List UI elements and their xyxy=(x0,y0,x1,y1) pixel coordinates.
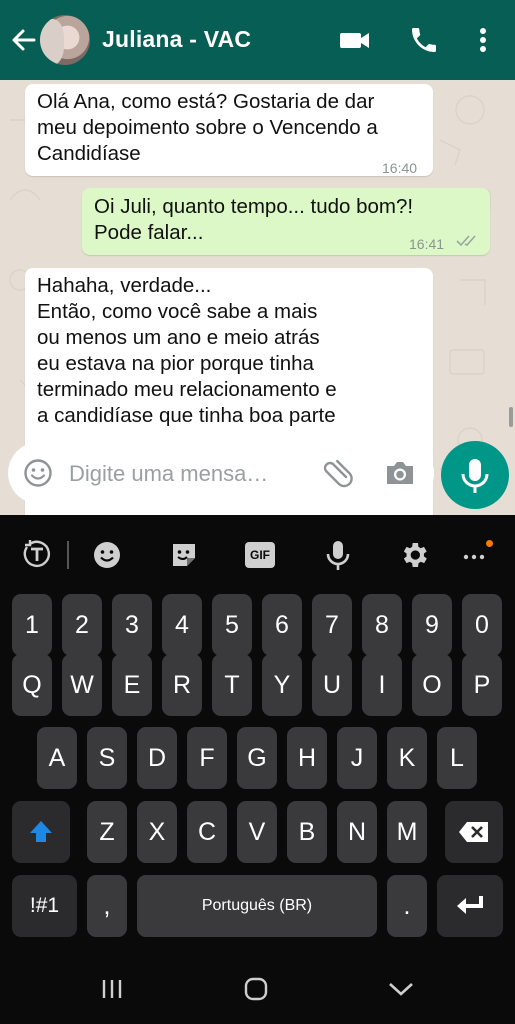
notification-dot xyxy=(486,540,493,547)
more-icon[interactable] xyxy=(462,540,496,570)
chat-scrollbar[interactable] xyxy=(509,407,513,427)
on-screen-keyboard: GIF 1 2 3 4 5 6 7 8 9 0 Q W E R T Y U I … xyxy=(0,515,515,960)
key-1[interactable]: 1 xyxy=(12,594,52,656)
home-icon[interactable] xyxy=(243,976,269,1007)
key-v[interactable]: V xyxy=(237,801,277,863)
key-u[interactable]: U xyxy=(312,654,352,716)
key-2[interactable]: 2 xyxy=(62,594,102,656)
key-8[interactable]: 8 xyxy=(362,594,402,656)
message-text: Hahaha, verdade... Então, como você sabe… xyxy=(37,273,337,429)
key-n[interactable]: N xyxy=(337,801,377,863)
key-p[interactable]: P xyxy=(462,654,502,716)
key-a[interactable]: A xyxy=(37,727,77,789)
key-g[interactable]: G xyxy=(237,727,277,789)
key-q[interactable]: Q xyxy=(12,654,52,716)
recent-apps-icon[interactable] xyxy=(100,978,124,1005)
mic-icon xyxy=(461,459,489,493)
attach-clip-icon[interactable] xyxy=(319,457,353,494)
voice-message-button[interactable] xyxy=(441,441,509,509)
message-input[interactable]: Digite uma mensa… xyxy=(69,461,268,487)
key-x[interactable]: X xyxy=(137,801,177,863)
key-m[interactable]: M xyxy=(387,801,427,863)
message-text: Oi Juli, quanto tempo... tudo bom?! Pode… xyxy=(94,194,413,246)
toolbar-divider xyxy=(67,541,69,569)
mic-icon[interactable] xyxy=(325,539,351,576)
key-6[interactable]: 6 xyxy=(262,594,302,656)
message-line: terminado meu relacionamento e xyxy=(37,378,337,401)
key-7[interactable]: 7 xyxy=(312,594,352,656)
key-t[interactable]: T xyxy=(212,654,252,716)
chat-header: Juliana - VAC xyxy=(0,0,515,80)
key-z[interactable]: Z xyxy=(87,801,127,863)
message-time: 16:41 xyxy=(409,236,445,252)
key-j[interactable]: J xyxy=(337,727,377,789)
emoji-icon[interactable] xyxy=(92,540,122,575)
message-line: eu estava na pior porque tinha xyxy=(37,352,314,375)
key-3[interactable]: 3 xyxy=(112,594,152,656)
key-9[interactable]: 9 xyxy=(412,594,452,656)
key-0[interactable]: 0 xyxy=(462,594,502,656)
voice-call-icon[interactable] xyxy=(408,24,440,56)
message-composer[interactable]: Digite uma mensa… xyxy=(8,442,434,504)
message-bubble-incoming[interactable]: Olá Ana, como está? Gostaria de dar meu … xyxy=(25,84,433,176)
key-y[interactable]: Y xyxy=(262,654,302,716)
key-4[interactable]: 4 xyxy=(162,594,202,656)
message-time: 16:40 xyxy=(382,160,418,176)
more-vert-icon[interactable] xyxy=(474,24,492,56)
gif-icon[interactable]: GIF xyxy=(245,542,275,568)
message-line: Hahaha, verdade... xyxy=(37,274,212,297)
key-o[interactable]: O xyxy=(412,654,452,716)
key-r[interactable]: R xyxy=(162,654,202,716)
message-text: Olá Ana, como está? Gostaria de dar meu … xyxy=(37,89,378,167)
key-5[interactable]: 5 xyxy=(212,594,252,656)
settings-icon[interactable] xyxy=(398,539,430,576)
shift-arrow-icon xyxy=(30,821,52,842)
contact-name[interactable]: Juliana - VAC xyxy=(102,26,251,53)
key-e[interactable]: E xyxy=(112,654,152,716)
message-line: meu depoimento sobre o Vencendo a xyxy=(37,116,378,139)
back-nav-icon[interactable] xyxy=(388,980,414,1003)
key-k[interactable]: K xyxy=(387,727,427,789)
message-line: Oi Juli, quanto tempo... tudo bom?! xyxy=(94,195,414,218)
key-b[interactable]: B xyxy=(287,801,327,863)
period-key[interactable]: . xyxy=(387,875,427,937)
message-line: Olá Ana, como está? Gostaria de dar xyxy=(37,90,375,113)
message-line: Então, como você sabe a mais xyxy=(37,300,318,323)
message-bubble-outgoing[interactable]: Oi Juli, quanto tempo... tudo bom?! Pode… xyxy=(82,188,490,255)
backspace-icon xyxy=(459,822,488,842)
contact-avatar[interactable] xyxy=(40,15,90,65)
message-line: ou menos um ano e meio atrás xyxy=(37,326,320,349)
key-w[interactable]: W xyxy=(62,654,102,716)
sticker-icon[interactable] xyxy=(169,540,199,575)
symbols-key[interactable]: !#1 xyxy=(12,875,77,937)
emoji-icon[interactable] xyxy=(23,458,53,493)
key-l[interactable]: L xyxy=(437,727,477,789)
key-f[interactable]: F xyxy=(187,727,227,789)
message-line: Candidíase xyxy=(37,142,141,165)
backspace-key[interactable] xyxy=(445,801,503,863)
enter-key[interactable] xyxy=(437,875,503,937)
comma-key[interactable]: , xyxy=(87,875,127,937)
message-line: Pode falar... xyxy=(94,221,204,244)
message-line: a candidíase que tinha boa parte xyxy=(37,404,336,427)
enter-icon xyxy=(457,896,483,914)
read-ticks-icon xyxy=(456,235,476,247)
back-arrow-icon[interactable] xyxy=(8,22,38,58)
key-i[interactable]: I xyxy=(362,654,402,716)
key-d[interactable]: D xyxy=(137,727,177,789)
video-call-icon[interactable] xyxy=(338,24,372,56)
shift-key[interactable] xyxy=(12,801,70,863)
system-navigation-bar xyxy=(0,960,515,1024)
space-key[interactable]: Português (BR) xyxy=(137,875,377,937)
key-s[interactable]: S xyxy=(87,727,127,789)
key-h[interactable]: H xyxy=(287,727,327,789)
camera-icon[interactable] xyxy=(384,459,416,492)
key-c[interactable]: C xyxy=(187,801,227,863)
text-mode-icon[interactable] xyxy=(21,539,53,574)
